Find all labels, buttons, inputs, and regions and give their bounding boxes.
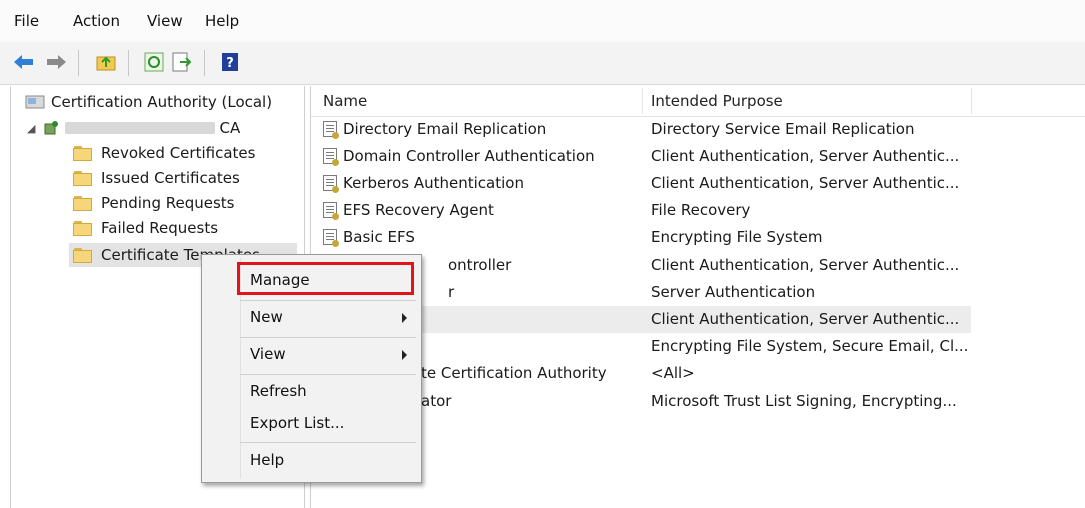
folder-icon — [73, 170, 93, 186]
template-purpose: Server Authentication — [651, 283, 816, 301]
forward-icon[interactable] — [44, 51, 68, 73]
column-name[interactable]: Name — [323, 92, 367, 110]
context-menu-refresh[interactable]: Refresh — [250, 382, 307, 400]
tree-item-label: Pending Requests — [101, 194, 235, 212]
template-purpose: Client Authentication, Server Authentic.… — [651, 147, 960, 165]
export-list-icon[interactable] — [170, 51, 194, 73]
submenu-arrow-icon — [402, 350, 407, 360]
menu-separator — [240, 442, 416, 443]
tree-root-label: Certification Authority (Local) — [51, 93, 273, 111]
certificate-template-icon — [323, 175, 339, 193]
up-folder-icon[interactable] — [94, 51, 118, 73]
table-row[interactable]: Directory Email Replication Directory Se… — [311, 116, 1085, 143]
refresh-icon[interactable] — [142, 51, 166, 73]
folder-icon — [73, 195, 93, 211]
menu-help[interactable]: Help — [205, 12, 239, 30]
ca-name-redacted — [65, 122, 216, 134]
table-row[interactable]: Domain Controller Authentication Client … — [311, 143, 1085, 170]
folder-icon — [73, 247, 93, 263]
template-name: ontroller — [448, 256, 512, 274]
svg-text:?: ? — [226, 56, 234, 71]
context-menu-help[interactable]: Help — [250, 451, 284, 469]
column-divider[interactable] — [971, 88, 972, 114]
tree-item-issued[interactable]: Issued Certificates — [73, 166, 240, 190]
template-name: Directory Email Replication — [343, 120, 547, 138]
template-purpose: <All> — [651, 364, 695, 382]
table-row[interactable]: ontroller Client Authentication, Server … — [311, 252, 1085, 279]
certificate-template-icon — [323, 202, 339, 220]
toolbar-separator — [128, 50, 129, 76]
tree-item-label: Revoked Certificates — [101, 144, 256, 162]
certification-authority-icon — [25, 95, 45, 109]
table-row-selected[interactable]: Client Authentication, Server Authentic.… — [311, 306, 1085, 333]
template-name: ator — [421, 392, 452, 410]
context-menu-export-list[interactable]: Export List... — [250, 414, 344, 432]
help-icon[interactable]: ? — [218, 51, 242, 73]
menu-file[interactable]: File — [14, 12, 39, 30]
tree-item-revoked[interactable]: Revoked Certificates — [73, 141, 255, 165]
tree-item-failed[interactable]: Failed Requests — [73, 216, 218, 240]
template-purpose: Client Authentication, Server Authentic.… — [651, 174, 960, 192]
template-purpose: File Recovery — [651, 201, 751, 219]
tree-item-label: Issued Certificates — [101, 169, 240, 187]
template-purpose: Client Authentication, Server Authentic.… — [651, 256, 960, 274]
tree-root[interactable]: Certification Authority (Local) — [25, 90, 272, 114]
menu-bar: File Action View Help — [0, 0, 1085, 42]
table-row[interactable]: Basic EFS Encrypting File System — [311, 224, 1085, 251]
column-header: Name Intended Purpose — [311, 86, 1085, 117]
folder-icon — [73, 145, 93, 161]
template-purpose: Encrypting File System, Secure Email, Cl… — [651, 337, 969, 355]
toolbar-separator — [204, 50, 205, 76]
collapse-icon[interactable]: ◢ — [27, 122, 35, 135]
manage-highlight-box — [237, 262, 414, 295]
certificate-template-icon — [323, 121, 339, 139]
list-pane: Name Intended Purpose Directory Email Re… — [310, 86, 1085, 508]
ca-suffix-label: CA — [219, 119, 241, 137]
menu-view[interactable]: View — [147, 12, 183, 30]
menu-separator — [240, 337, 416, 338]
template-purpose: Encrypting File System — [651, 228, 823, 246]
certificate-template-icon — [323, 229, 339, 247]
tree-ca-node[interactable]: ◢ CA — [27, 116, 240, 140]
template-name: Kerberos Authentication — [343, 174, 524, 192]
toolbar-separator — [78, 50, 79, 76]
template-name: EFS Recovery Agent — [343, 201, 494, 219]
back-icon[interactable] — [12, 51, 36, 73]
table-row[interactable]: Kerberos Authentication Client Authentic… — [311, 170, 1085, 197]
table-row[interactable]: te Certification Authority <All> — [311, 360, 1085, 387]
context-menu-view[interactable]: View — [250, 345, 286, 363]
context-menu-new[interactable]: New — [250, 308, 283, 326]
ca-server-icon — [44, 121, 59, 135]
tree-item-label: Failed Requests — [101, 219, 219, 237]
menu-separator — [240, 374, 416, 375]
submenu-arrow-icon — [402, 313, 407, 323]
template-name: r — [448, 283, 455, 301]
template-purpose: Directory Service Email Replication — [651, 120, 915, 138]
menu-action[interactable]: Action — [73, 12, 120, 30]
certificate-template-icon — [323, 148, 339, 166]
table-row[interactable]: r Server Authentication — [311, 279, 1085, 306]
template-purpose: Client Authentication, Server Authentic.… — [651, 310, 960, 328]
template-name: te Certification Authority — [421, 364, 607, 382]
table-row[interactable]: Encrypting File System, Secure Email, Cl… — [311, 333, 1085, 360]
tree-item-pending[interactable]: Pending Requests — [73, 191, 234, 215]
folder-icon — [73, 220, 93, 236]
column-divider[interactable] — [642, 88, 643, 114]
table-row[interactable]: ator Microsoft Trust List Signing, Encry… — [311, 388, 1085, 415]
template-name: Domain Controller Authentication — [343, 147, 595, 165]
toolbar: ? — [0, 42, 1085, 85]
template-name: Basic EFS — [343, 228, 415, 246]
column-intended-purpose[interactable]: Intended Purpose — [651, 92, 783, 110]
template-purpose: Microsoft Trust List Signing, Encrypting… — [651, 392, 957, 410]
menu-separator — [240, 300, 416, 301]
table-row[interactable]: EFS Recovery Agent File Recovery — [311, 197, 1085, 224]
